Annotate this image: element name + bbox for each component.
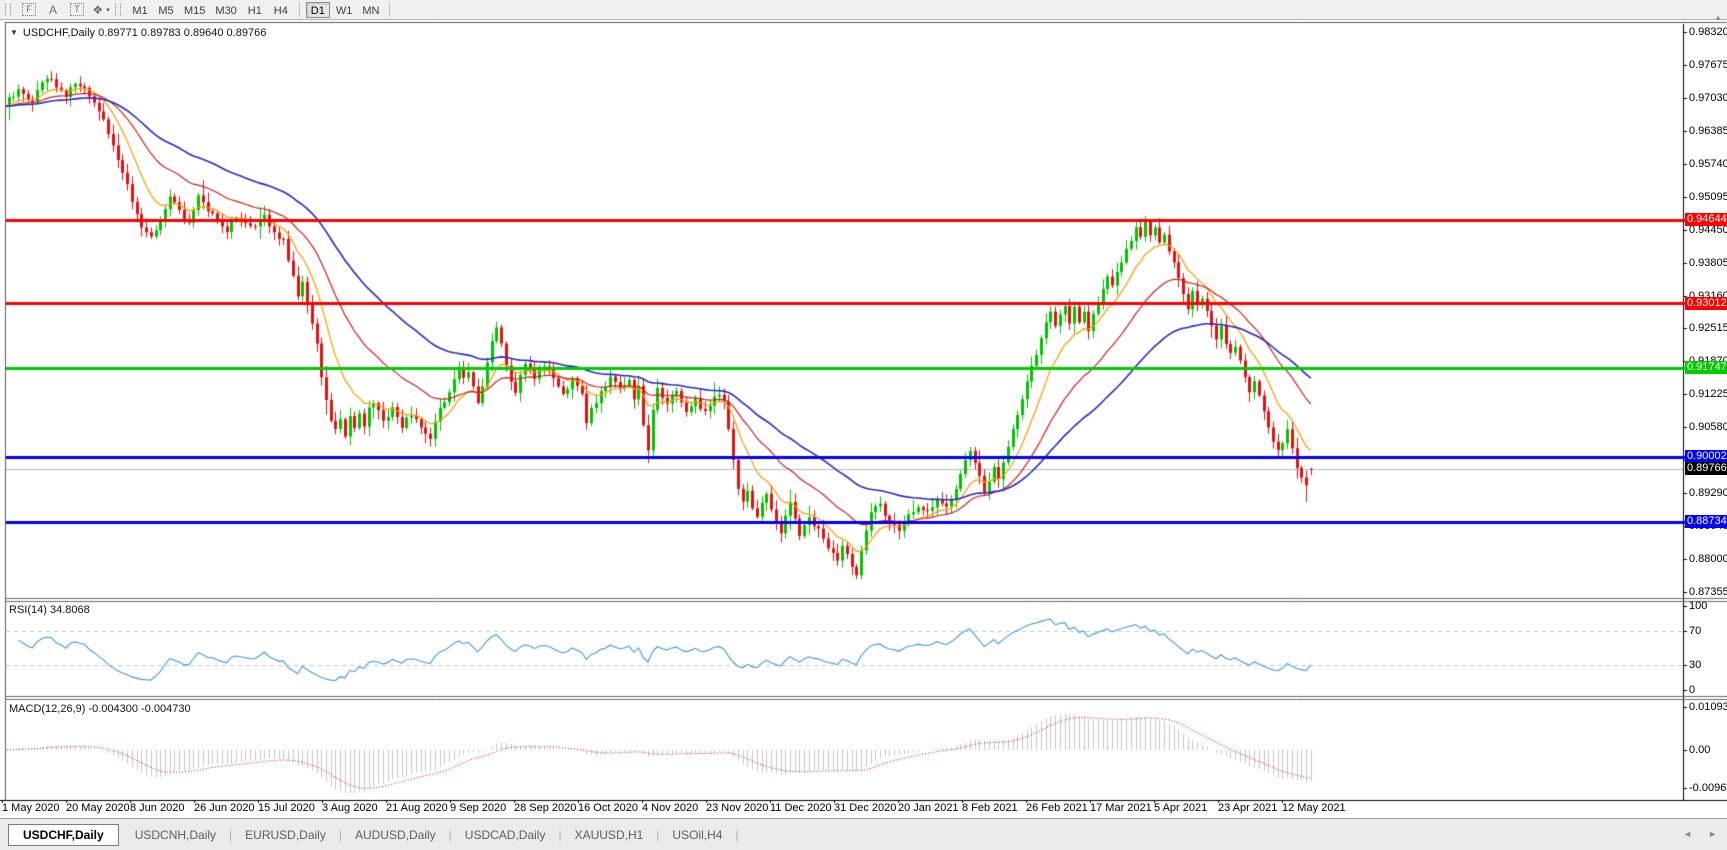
chart-title-text: USDCHF,Daily 0.89771 0.89783 0.89640 0.8… [23, 27, 266, 39]
symbol-tab-usdcad-daily[interactable]: USDCAD,Daily [453, 826, 558, 844]
toolbar-separator [299, 2, 300, 17]
date-axis-label: 15 Jul 2020 [258, 802, 315, 814]
chart-title[interactable]: ▼ USDCHF,Daily 0.89771 0.89783 0.89640 0.… [10, 27, 266, 39]
timeframe-button-d1[interactable]: D1 [306, 2, 330, 18]
price-axis-tick-label: 0.93805 [1689, 257, 1727, 269]
price-axis-tick-label: 0.95095 [1689, 191, 1727, 203]
drawing-toolbar: FAT❖▾ [17, 1, 113, 18]
timeframe-button-w1[interactable]: W1 [332, 2, 357, 18]
text-tool-icon[interactable]: T [67, 1, 87, 18]
timeframe-button-m5[interactable]: M5 [154, 2, 178, 18]
text-label-tool-icon[interactable]: A [43, 1, 63, 18]
date-axis-label: 8 Feb 2021 [962, 802, 1018, 814]
date-axis-label: 16 Oct 2020 [578, 802, 638, 814]
date-axis-label: 5 Apr 2021 [1154, 802, 1207, 814]
date-axis-label: 23 Apr 2021 [1218, 802, 1277, 814]
toolbar-grip[interactable] [5, 3, 11, 16]
macd-axis-tick-label: -0.009653 [1689, 782, 1727, 794]
price-axis-tick-label: 0.89290 [1689, 487, 1727, 499]
timeframe-button-h4[interactable]: H4 [269, 2, 293, 18]
date-axis-label: 21 Aug 2020 [386, 802, 448, 814]
symbol-tab-eurusd-daily[interactable]: EURUSD,Daily [233, 826, 338, 844]
rsi-axis-tick-label: 100 [1689, 600, 1707, 612]
timeframe-toolbar: M1M5M15M30H1H4 D1W1MN [127, 2, 384, 18]
fibonacci-tool-icon[interactable]: F [19, 1, 39, 18]
timeframe-button-mn[interactable]: MN [358, 2, 383, 18]
price-level-badge[interactable]: 0.94644 [1685, 213, 1727, 226]
price-chart-canvas[interactable] [0, 21, 1727, 818]
price-level-badge[interactable]: 0.91747 [1685, 361, 1727, 374]
date-axis-label: 11 Dec 2020 [770, 802, 832, 814]
price-axis-tick-label: 0.90580 [1689, 421, 1727, 433]
price-axis-tick-label: 0.98320 [1689, 26, 1727, 38]
symbol-tab-audusd-daily[interactable]: AUDUSD,Daily [343, 826, 448, 844]
price-axis-tick-label: 0.95740 [1689, 158, 1727, 170]
date-axis-label: 1 May 2020 [2, 802, 59, 814]
drawing-tools-icon[interactable]: ❖▾ [91, 1, 111, 18]
macd-axis-tick-label: 0.010933 [1689, 701, 1727, 713]
chevron-down-icon[interactable]: ▾ [106, 6, 110, 14]
date-axis-label: 4 Nov 2020 [642, 802, 698, 814]
timeframe-toolbar-grip[interactable] [115, 3, 121, 16]
date-axis-label: 26 Jun 2020 [194, 802, 255, 814]
price-axis-tick-label: 0.92515 [1689, 322, 1727, 334]
date-axis-label: 3 Aug 2020 [322, 802, 378, 814]
tab-scroll-left-icon[interactable]: ◄ [1683, 829, 1692, 839]
date-axis-label: 20 Jan 2021 [898, 802, 959, 814]
rsi-axis-tick-label: 0 [1689, 684, 1695, 696]
timeframe-button-h1[interactable]: H1 [243, 2, 267, 18]
price-level-badge[interactable]: 0.93012 [1685, 297, 1727, 310]
price-axis-tick-label: 0.97030 [1689, 92, 1727, 104]
macd-indicator-label: MACD(12,26,9) -0.004300 -0.004730 [9, 703, 191, 715]
mt4-terminal: { "toolbar": { "tools": [ {"name":"fibon… [0, 0, 1727, 850]
price-axis-tick-label: 0.96385 [1689, 125, 1727, 137]
tab-scroll-right-icon[interactable]: ► [1708, 829, 1717, 839]
symbol-tab-xauusd-h1[interactable]: XAUUSD,H1 [563, 826, 656, 844]
price-axis-tick-label: 0.88000 [1689, 553, 1727, 565]
tab-separator: | [734, 828, 739, 842]
toolbar-separator [389, 2, 390, 17]
scroll-up-icon[interactable]: ▲ [1714, 13, 1722, 22]
timeframe-button-m15[interactable]: M15 [180, 2, 209, 18]
macd-axis-tick-label: 0.00 [1689, 744, 1710, 756]
symbol-tab-bar: USDCHF,DailyUSDCNH,Daily|EURUSD,Daily|AU… [0, 818, 1727, 850]
timeframe-button-m1[interactable]: M1 [128, 2, 152, 18]
date-axis-label: 26 Feb 2021 [1026, 802, 1088, 814]
date-axis-label: 17 Mar 2021 [1090, 802, 1152, 814]
timeframe-button-m30[interactable]: M30 [211, 2, 240, 18]
price-axis-tick-label: 0.91225 [1689, 388, 1727, 400]
date-axis-label: 8 Jun 2020 [130, 802, 184, 814]
date-axis-label: 31 Dec 2020 [834, 802, 896, 814]
symbol-tab-usdcnh-daily[interactable]: USDCNH,Daily [123, 826, 228, 844]
symbol-tab-usdchf-daily[interactable]: USDCHF,Daily [8, 824, 119, 846]
symbol-tab-usoil-h4[interactable]: USOil,H4 [660, 826, 734, 844]
chart-collapse-icon[interactable]: ▼ [10, 28, 18, 37]
current-price-badge: 0.89766 [1685, 462, 1727, 475]
price-axis-tick-label: 0.97675 [1689, 59, 1727, 71]
date-axis-label: 9 Sep 2020 [450, 802, 506, 814]
date-axis-label: 28 Sep 2020 [514, 802, 576, 814]
rsi-indicator-label: RSI(14) 34.8068 [9, 604, 90, 616]
toolbar: FAT❖▾ M1M5M15M30H1H4 D1W1MN [0, 0, 1727, 20]
rsi-axis-tick-label: 70 [1689, 625, 1701, 637]
price-level-badge[interactable]: 0.88734 [1685, 515, 1727, 528]
date-axis-label: 20 May 2020 [66, 802, 130, 814]
rsi-axis-tick-label: 30 [1689, 659, 1701, 671]
date-axis-label: 12 May 2021 [1282, 802, 1346, 814]
tab-scroll-arrows: ◄ ► [1683, 829, 1717, 839]
price-axis-tick-label: 0.87355 [1689, 586, 1727, 598]
date-axis-label: 23 Nov 2020 [706, 802, 768, 814]
